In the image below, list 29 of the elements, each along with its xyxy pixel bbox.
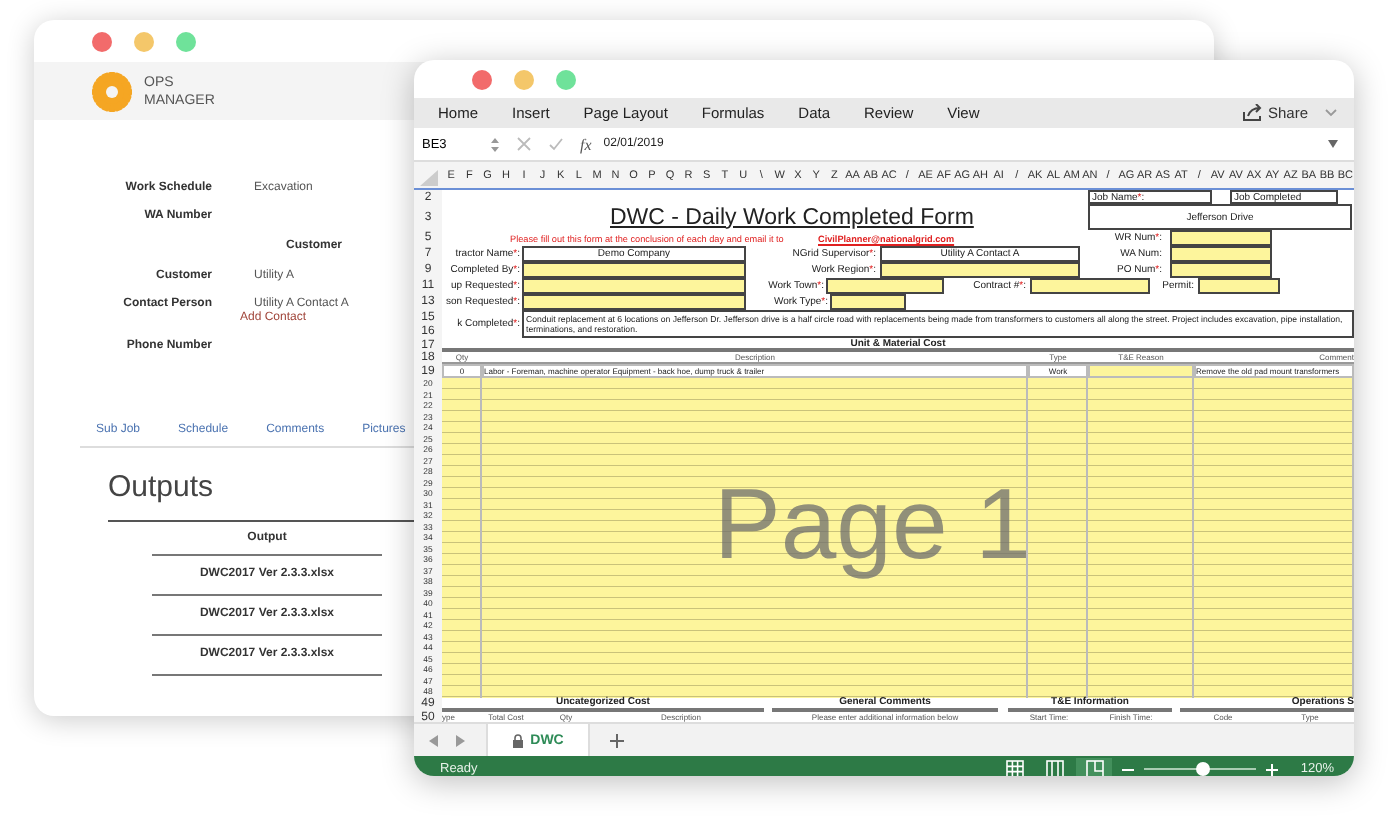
dropdown-caret-icon[interactable] [1328, 140, 1338, 148]
page-number-label: Page 1 [714, 466, 1031, 582]
share-icon [1241, 104, 1262, 122]
empty-input-cell [1088, 364, 1194, 378]
form-title: DWC - Daily Work Completed Form [610, 204, 976, 230]
close-button[interactable] [92, 31, 112, 51]
normal-view-icon [1005, 760, 1024, 776]
page-layout-view-icon [1045, 760, 1064, 776]
slider-thumb[interactable] [1195, 762, 1210, 776]
previous-sheet-icon[interactable] [428, 733, 440, 747]
zoom-out-icon[interactable] [1122, 763, 1135, 775]
select-all-corner-icon[interactable] [416, 165, 440, 185]
function-button[interactable]: fx [580, 135, 592, 153]
minimize-button[interactable] [514, 69, 534, 89]
page-break-view-icon [1085, 760, 1104, 776]
add-sheet-icon[interactable] [610, 733, 624, 747]
view-button[interactable] [1076, 757, 1113, 776]
zoom-button[interactable] [176, 31, 196, 51]
close-button[interactable] [472, 69, 492, 89]
minimize-button[interactable] [134, 31, 154, 51]
check-icon[interactable] [548, 136, 564, 152]
stepper-icon[interactable] [490, 135, 500, 153]
zoom-in-icon[interactable] [1266, 763, 1279, 775]
section-title: Outputs [108, 468, 214, 508]
gear-icon [92, 71, 132, 111]
cancel-icon[interactable] [516, 136, 532, 152]
zoom-button[interactable] [556, 69, 576, 89]
chevron-down-icon[interactable] [1324, 108, 1338, 118]
next-sheet-icon[interactable] [454, 733, 466, 747]
